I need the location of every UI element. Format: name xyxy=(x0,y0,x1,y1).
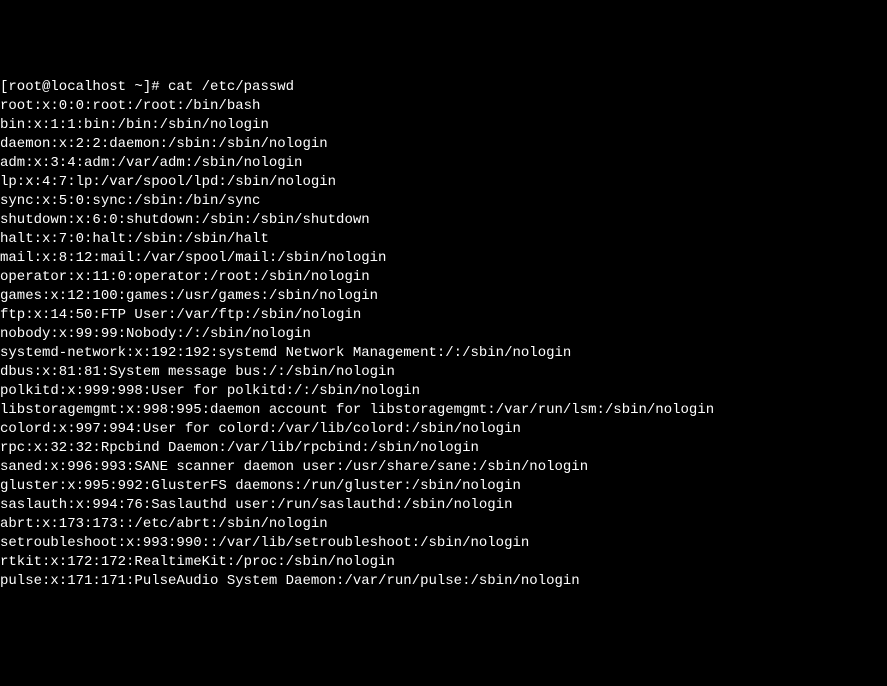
output-line: setroubleshoot:x:993:990::/var/lib/setro… xyxy=(0,534,887,553)
output-line: saned:x:996:993:SANE scanner daemon user… xyxy=(0,458,887,477)
output-line: pulse:x:171:171:PulseAudio System Daemon… xyxy=(0,572,887,591)
output-line: adm:x:3:4:adm:/var/adm:/sbin/nologin xyxy=(0,154,887,173)
output-line: lp:x:4:7:lp:/var/spool/lpd:/sbin/nologin xyxy=(0,173,887,192)
terminal-window[interactable]: [root@localhost ~]# cat /etc/passwdroot:… xyxy=(0,76,887,591)
output-line: bin:x:1:1:bin:/bin:/sbin/nologin xyxy=(0,116,887,135)
shell-prompt: [root@localhost ~]# xyxy=(0,79,168,95)
output-line: sync:x:5:0:sync:/sbin:/bin/sync xyxy=(0,192,887,211)
output-line: operator:x:11:0:operator:/root:/sbin/nol… xyxy=(0,268,887,287)
output-line: root:x:0:0:root:/root:/bin/bash xyxy=(0,97,887,116)
output-line: systemd-network:x:192:192:systemd Networ… xyxy=(0,344,887,363)
output-line: saslauth:x:994:76:Saslauthd user:/run/sa… xyxy=(0,496,887,515)
output-line: shutdown:x:6:0:shutdown:/sbin:/sbin/shut… xyxy=(0,211,887,230)
output-line: gluster:x:995:992:GlusterFS daemons:/run… xyxy=(0,477,887,496)
command-line: [root@localhost ~]# cat /etc/passwd xyxy=(0,78,887,97)
output-line: rpc:x:32:32:Rpcbind Daemon:/var/lib/rpcb… xyxy=(0,439,887,458)
output-line: colord:x:997:994:User for colord:/var/li… xyxy=(0,420,887,439)
output-line: halt:x:7:0:halt:/sbin:/sbin/halt xyxy=(0,230,887,249)
output-line: libstoragemgmt:x:998:995:daemon account … xyxy=(0,401,887,420)
output-line: nobody:x:99:99:Nobody:/:/sbin/nologin xyxy=(0,325,887,344)
output-line: games:x:12:100:games:/usr/games:/sbin/no… xyxy=(0,287,887,306)
output-line: dbus:x:81:81:System message bus:/:/sbin/… xyxy=(0,363,887,382)
output-line: rtkit:x:172:172:RealtimeKit:/proc:/sbin/… xyxy=(0,553,887,572)
output-line: polkitd:x:999:998:User for polkitd:/:/sb… xyxy=(0,382,887,401)
output-line: mail:x:8:12:mail:/var/spool/mail:/sbin/n… xyxy=(0,249,887,268)
output-line: daemon:x:2:2:daemon:/sbin:/sbin/nologin xyxy=(0,135,887,154)
output-line: ftp:x:14:50:FTP User:/var/ftp:/sbin/nolo… xyxy=(0,306,887,325)
output-line: abrt:x:173:173::/etc/abrt:/sbin/nologin xyxy=(0,515,887,534)
command-text: cat /etc/passwd xyxy=(168,79,294,95)
